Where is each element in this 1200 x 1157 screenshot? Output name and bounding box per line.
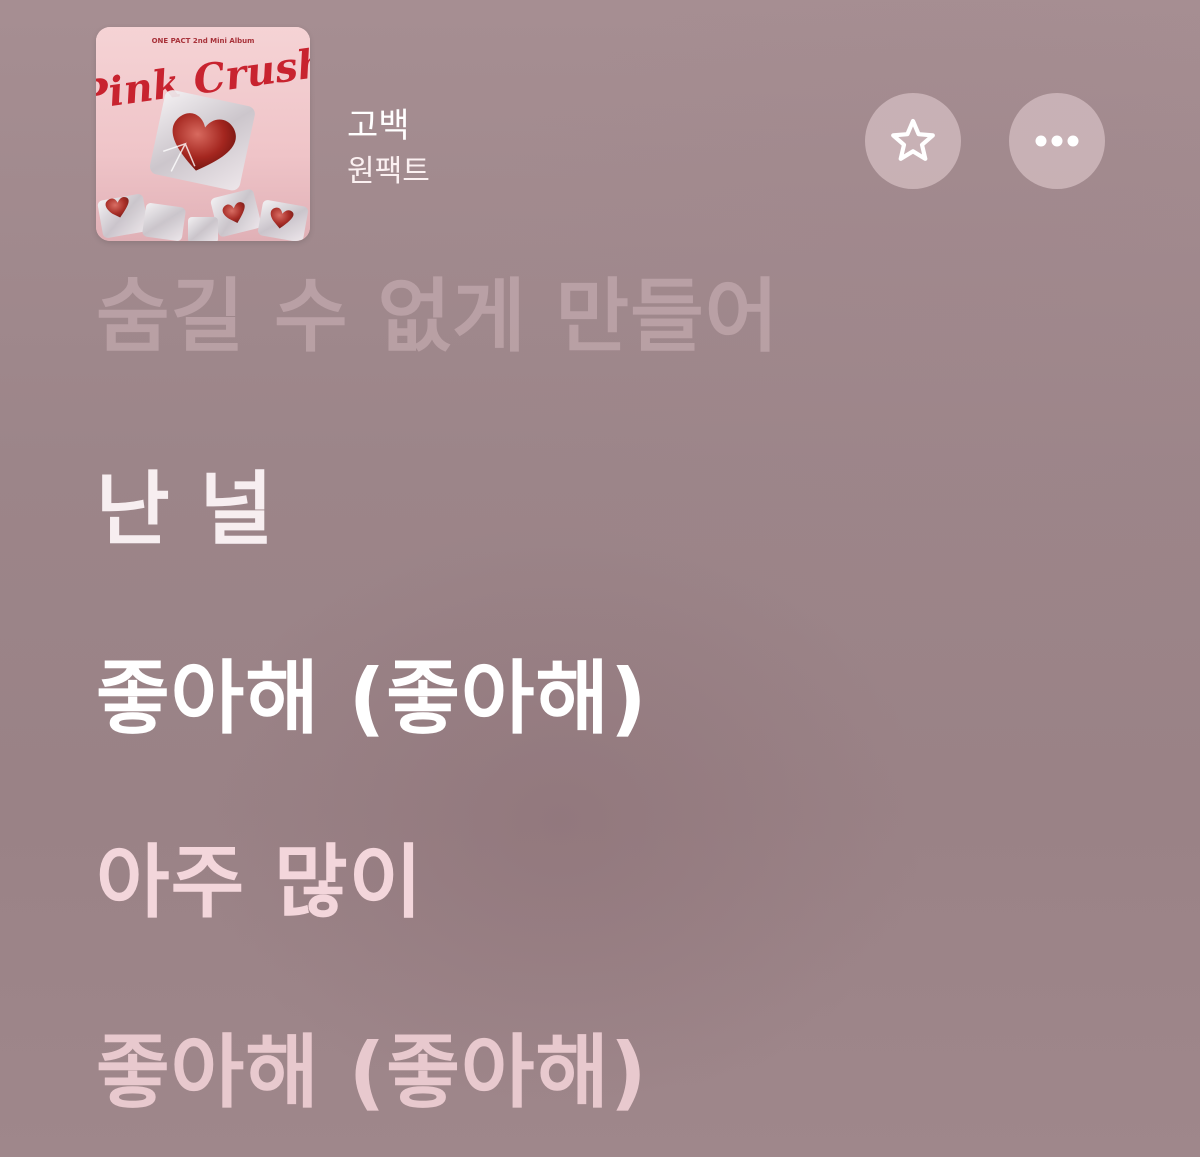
song-artist[interactable]: 원팩트 — [347, 146, 430, 190]
album-cover-image: ONE PACT 2nd Mini Album Pink Crush — [96, 27, 310, 241]
more-options-button[interactable] — [1009, 93, 1105, 189]
cover-caption: ONE PACT 2nd Mini Album — [152, 37, 255, 45]
favorite-button[interactable] — [865, 93, 961, 189]
star-outline-icon — [891, 118, 935, 161]
song-title: 고백 — [347, 106, 410, 146]
lyric-line-current[interactable]: 좋아해 (좋아해) — [96, 634, 648, 750]
album-art[interactable]: ONE PACT 2nd Mini Album Pink Crush — [96, 27, 310, 241]
lyric-line-next-2[interactable]: 좋아해 (좋아해) — [96, 1008, 648, 1124]
ellipsis-icon — [1035, 135, 1079, 147]
now-playing-header: ONE PACT 2nd Mini Album Pink Crush 고백 원팩 — [0, 0, 1200, 250]
lyric-line-next[interactable]: 아주 많이 — [96, 818, 423, 934]
lyric-line-previous[interactable]: 숨길 수 없게 만들어 — [96, 252, 779, 368]
lyric-line-sung[interactable]: 난 널 — [96, 445, 274, 561]
